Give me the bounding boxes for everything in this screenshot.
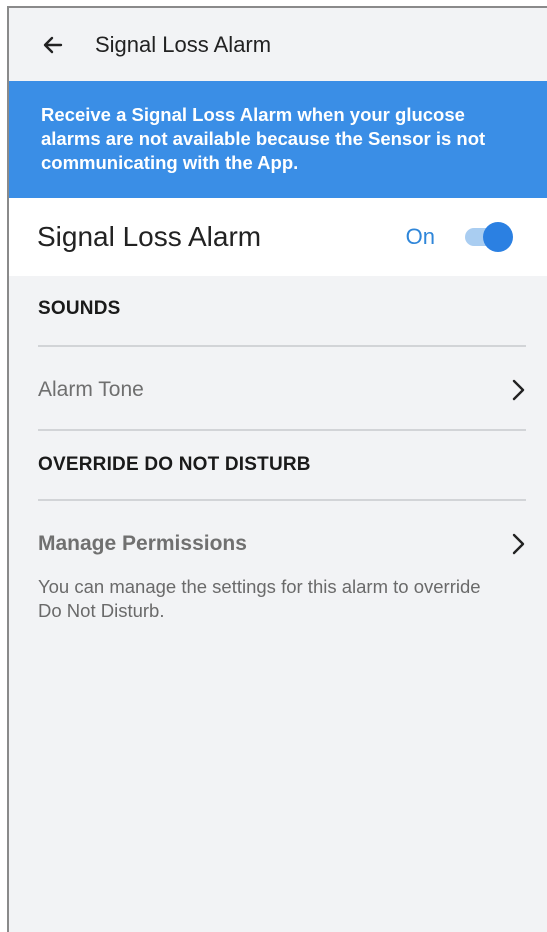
chevron-right-icon [512,379,525,401]
alarm-tone-label: Alarm Tone [38,378,144,401]
override-dnd-section-title: OVERRIDE DO NOT DISTURB [38,454,311,475]
sounds-section-title: SOUNDS [38,298,121,319]
arrow-left-icon [43,36,63,53]
toggle-label: Signal Loss Alarm [37,221,262,252]
app-bar: Signal Loss Alarm [9,8,547,81]
divider [38,429,526,431]
screen: Signal Loss Alarm Receive a Signal Loss … [7,6,547,932]
info-banner: Receive a Signal Loss Alarm when your gl… [9,81,547,198]
chevron-right-icon [512,533,525,555]
signal-loss-alarm-row: Signal Loss Alarm On [9,198,547,276]
signal-loss-alarm-switch[interactable] [463,220,515,254]
alarm-tone-row[interactable]: Alarm Tone [38,364,528,416]
toggle-state-label: On [405,224,435,249]
manage-permissions-row[interactable]: Manage Permissions [38,518,528,570]
manage-permissions-label: Manage Permissions [38,532,247,555]
override-description: You can manage the settings for this ala… [38,576,481,621]
page-title: Signal Loss Alarm [95,31,272,57]
switch-thumb [483,222,513,252]
back-button[interactable] [33,25,73,65]
divider [38,345,526,347]
divider [38,499,526,501]
